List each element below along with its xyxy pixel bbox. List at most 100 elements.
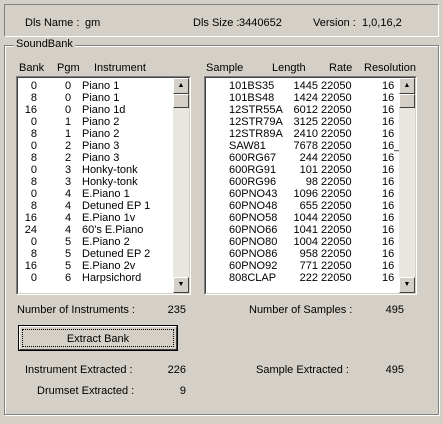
length-cell: 244: [299, 152, 318, 164]
instrument-row[interactable]: 8 2 Piano 3: [19, 152, 173, 164]
bank-cell: 8: [30, 152, 37, 164]
sample-name-cell: 60PNO58: [229, 212, 278, 224]
pgm-column-header: Pgm: [57, 62, 80, 74]
instrument-list-scrollbar[interactable]: ▲ ▼: [173, 78, 189, 293]
sample-row[interactable]: 600RG96 98 22050 16: [207, 176, 399, 188]
instrument-row[interactable]: 16 5 E.Piano 2v: [19, 260, 173, 272]
sample-name-cell: 101BS48: [229, 92, 275, 104]
scroll-down-icon[interactable]: ▼: [173, 277, 189, 293]
pgm-cell: 2: [65, 152, 72, 164]
scroll-up-icon[interactable]: ▲: [173, 78, 189, 94]
dls-size-value: 3440652: [239, 17, 282, 29]
sample-row[interactable]: 808CLAP 222 22050 16: [207, 272, 399, 284]
sample-row[interactable]: 60PNO48 655 22050 16: [207, 200, 399, 212]
sample-row[interactable]: 101BS35 1445 22050 16: [207, 80, 399, 92]
length-cell: 3125: [293, 116, 318, 128]
resolution-cell: 16: [382, 152, 395, 164]
instrument-row[interactable]: 0 5 E.Piano 2: [19, 236, 173, 248]
scroll-thumb[interactable]: [173, 94, 189, 108]
length-cell: 958: [299, 248, 318, 260]
instrument-row[interactable]: 0 4 E.Piano 1: [19, 188, 173, 200]
length-cell: 1041: [293, 224, 318, 236]
resolution-cell: 16: [382, 260, 395, 272]
length-cell: 1004: [293, 236, 318, 248]
instrument-row[interactable]: 0 0 Piano 1: [19, 80, 173, 92]
instrument-extracted-label: Instrument Extracted :: [25, 364, 133, 376]
bank-cell: 0: [30, 140, 37, 152]
sample-name-cell: 600RG96: [229, 176, 277, 188]
instrument-row[interactable]: 8 5 Detuned EP 2: [19, 248, 173, 260]
dls-name-label: Dls Name :: [25, 17, 80, 29]
bank-cell: 8: [30, 176, 37, 188]
pgm-cell: 4: [65, 188, 72, 200]
resolution-cell: 16: [382, 200, 395, 212]
sample-row[interactable]: 60PNO58 1044 22050 16: [207, 212, 399, 224]
bank-cell: 0: [30, 80, 37, 92]
instrument-name-cell: Honky-tonk: [82, 176, 138, 188]
instrument-row[interactable]: 16 0 Piano 1d: [19, 104, 173, 116]
instrument-name-cell: E.Piano 2v: [82, 260, 136, 272]
scroll-up-icon[interactable]: ▲: [399, 78, 415, 94]
pgm-cell: 1: [65, 116, 72, 128]
sample-row[interactable]: 60PNO80 1004 22050 16: [207, 236, 399, 248]
instrument-row[interactable]: 0 1 Piano 2: [19, 116, 173, 128]
pgm-cell: 2: [65, 140, 72, 152]
instrument-row[interactable]: 24 4 60's E.Piano: [19, 224, 173, 236]
resolution-cell: 16: [382, 224, 395, 236]
bank-column-header: Bank: [19, 62, 45, 74]
sample-row[interactable]: 12STR55A 6012 22050 16: [207, 104, 399, 116]
instrument-row[interactable]: 8 3 Honky-tonk: [19, 176, 173, 188]
sample-name-cell: 12STR89A: [229, 128, 283, 140]
instrument-row[interactable]: 8 4 Detuned EP 1: [19, 200, 173, 212]
instrument-name-cell: Piano 1d: [82, 104, 126, 116]
sample-row[interactable]: 101BS48 1424 22050 16: [207, 92, 399, 104]
dls-name-value: gm: [85, 17, 101, 29]
rate-cell: 22050: [321, 260, 352, 272]
bank-cell: 24: [24, 224, 37, 236]
instrument-row[interactable]: 16 4 E.Piano 1v: [19, 212, 173, 224]
num-samples-value: 495: [385, 304, 404, 316]
sample-row[interactable]: 12STR79A 3125 22050 16: [207, 116, 399, 128]
length-cell: 1445: [293, 80, 318, 92]
pgm-cell: 0: [65, 92, 72, 104]
length-cell: 1096: [293, 188, 318, 200]
pgm-cell: 0: [65, 80, 72, 92]
resolution-cell: 16: [382, 80, 395, 92]
resolution-cell: 16: [382, 104, 395, 116]
length-column-header: Length: [272, 62, 306, 74]
sample-row[interactable]: 60PNO92 771 22050 16: [207, 260, 399, 272]
instrument-row[interactable]: 0 3 Honky-tonk: [19, 164, 173, 176]
instrument-name-cell: 60's E.Piano: [82, 224, 144, 236]
sample-row[interactable]: 60PNO66 1041 22050 16: [207, 224, 399, 236]
pgm-cell: 5: [65, 260, 72, 272]
rate-cell: 22050: [321, 200, 352, 212]
rate-cell: 22050: [321, 236, 352, 248]
instrument-row[interactable]: 8 0 Piano 1: [19, 92, 173, 104]
scroll-down-icon[interactable]: ▼: [399, 277, 415, 293]
scroll-thumb[interactable]: [399, 94, 415, 108]
sample-row[interactable]: 60PNO86 958 22050 16: [207, 248, 399, 260]
instrument-list[interactable]: 0 0 Piano 1 8 0 Piano 1 16 0 Piano 1d 0 1 Piano 281…: [16, 76, 191, 295]
resolution-cell: 16: [382, 236, 395, 248]
instrument-row[interactable]: 8 1 Piano 2: [19, 128, 173, 140]
pgm-cell: 4: [65, 200, 72, 212]
instrument-row[interactable]: 0 6 Harpsichord: [19, 272, 173, 284]
sample-list-scrollbar[interactable]: ▲ ▼: [399, 78, 415, 293]
sample-row[interactable]: 12STR89A 2410 22050 16: [207, 128, 399, 140]
sample-name-cell: 12STR55A: [229, 104, 283, 116]
instrument-row[interactable]: 0 2 Piano 3: [19, 140, 173, 152]
sample-row[interactable]: SAW81 7678 22050 16_5: [207, 140, 406, 152]
bank-cell: 16: [24, 212, 37, 224]
num-instruments-label: Number of Instruments :: [17, 304, 135, 316]
sample-row[interactable]: 60PNO43 1096 22050 16: [207, 188, 399, 200]
extract-bank-button[interactable]: Extract Bank: [18, 325, 178, 351]
rate-cell: 22050: [321, 140, 352, 152]
sample-row[interactable]: 600RG91 101 22050 16: [207, 164, 399, 176]
sample-name-cell: 60PNO80: [229, 236, 278, 248]
instrument-name-cell: Piano 2: [82, 128, 120, 140]
sample-list[interactable]: 101BS35 1445 22050 16 101BS48 1424 22050 16 12ST…: [204, 76, 417, 295]
instrument-name-cell: Harpsichord: [82, 272, 142, 284]
resolution-cell: 16: [382, 248, 395, 260]
bank-cell: 0: [30, 236, 37, 248]
sample-row[interactable]: 600RG67 244 22050 16: [207, 152, 399, 164]
